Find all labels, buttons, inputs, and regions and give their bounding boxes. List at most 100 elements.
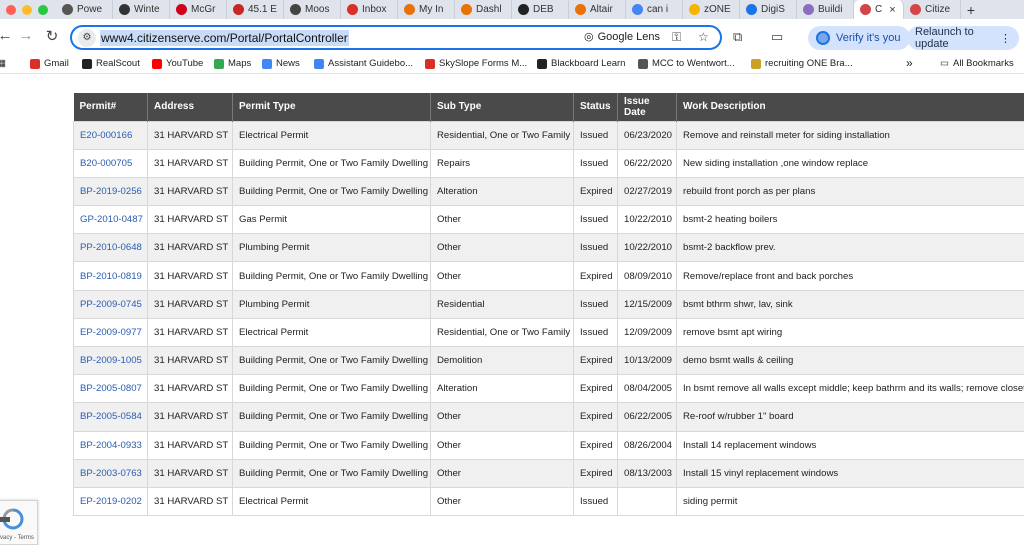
password-key-icon[interactable]: ⚿ — [672, 30, 681, 45]
more-bookmarks-button[interactable]: » — [906, 56, 913, 70]
kebab-menu-icon[interactable]: ⋮ — [1000, 32, 1011, 45]
tab-13[interactable]: Buildi — [797, 0, 854, 19]
tab-14[interactable]: C × — [854, 0, 904, 19]
permit-number-link[interactable]: GP-2010-0487 — [73, 205, 148, 235]
permit-number-link[interactable]: E20-000166 — [73, 120, 148, 150]
column-header[interactable]: Work Description — [676, 93, 1024, 121]
bookmark-item[interactable]: News — [262, 58, 300, 69]
issue-date-cell: 08/26/2004 — [617, 430, 677, 460]
reload-icon[interactable]: ↻ — [39, 27, 65, 45]
issue-date-cell — [617, 486, 677, 517]
tab-close-icon[interactable]: × — [889, 4, 895, 16]
permit-type-cell: Building Permit, One or Two Family Dwell… — [232, 148, 431, 178]
relaunch-update-button[interactable]: Relaunch to update ⋮ — [907, 26, 1019, 50]
apps-grid-icon[interactable]: ▦ — [0, 58, 6, 69]
tab-3[interactable]: 45.1 E — [227, 0, 284, 19]
address-cell: 31 HARVARD ST — [147, 430, 233, 460]
table-row: BP-2019-0256 31 HARVARD ST Building Permit… — [73, 176, 1024, 207]
tab-2[interactable]: McGr — [170, 0, 227, 19]
permit-number-link[interactable]: BP-2005-0807 — [73, 374, 148, 404]
bookmark-star-icon[interactable]: ☆ — [698, 30, 709, 44]
column-header[interactable]: Permit Type — [232, 93, 431, 121]
bookmark-label: Maps — [228, 58, 252, 69]
tab-5[interactable]: Inbox — [341, 0, 398, 19]
all-bookmarks-button[interactable]: ▭ All Bookmarks — [940, 58, 1014, 69]
tab-label: zONE — [704, 4, 731, 15]
recaptcha-badge[interactable]: vacy - Terms — [0, 500, 38, 545]
new-tab-button[interactable]: + — [961, 2, 981, 18]
permit-number-link[interactable]: BP-2019-0256 — [73, 176, 148, 207]
tab-4[interactable]: Moos — [284, 0, 341, 19]
column-header[interactable]: Sub Type — [430, 93, 574, 121]
google-lens-button[interactable]: ◎ Google Lens — [584, 30, 660, 44]
tab-label: Dashl — [476, 4, 502, 15]
extensions-icon[interactable]: ⧉ — [733, 29, 742, 45]
status-cell: Expired — [573, 430, 618, 460]
address-cell: 31 HARVARD ST — [147, 374, 233, 404]
permit-type-cell: Building Permit, One or Two Family Dwell… — [232, 261, 431, 291]
permit-type-cell: Building Permit, One or Two Family Dwell… — [232, 458, 431, 488]
bookmark-item[interactable]: MCC to Wentwort... — [638, 58, 735, 69]
column-header[interactable]: Status — [573, 93, 618, 121]
address-cell: 31 HARVARD ST — [147, 317, 233, 348]
tab-label: Winte — [134, 4, 160, 15]
tab-15[interactable]: Citize — [904, 0, 961, 19]
column-header[interactable]: Address — [147, 93, 233, 121]
bookmark-item[interactable]: SkySlope Forms M... — [425, 58, 527, 69]
tab-label: Moos — [305, 4, 330, 15]
tab-6[interactable]: My In — [398, 0, 455, 19]
citizenserve-icon — [860, 4, 871, 15]
permit-number-link[interactable]: PP-2009-0745 — [73, 289, 148, 319]
minimize-window-icon[interactable] — [22, 4, 32, 15]
permit-type-cell: Electrical Permit — [232, 486, 431, 517]
table-row: E20-000166 31 HARVARD ST Electrical Permit… — [73, 120, 1024, 150]
address-cell: 31 HARVARD ST — [147, 205, 233, 235]
tab-7[interactable]: Dashl — [455, 0, 512, 19]
verify-profile-button[interactable]: Verify it's you — [808, 26, 911, 50]
tab-10[interactable]: can i — [626, 0, 683, 19]
bookmark-item[interactable]: RealScout — [82, 58, 140, 69]
bookmark-item[interactable]: Maps — [214, 58, 251, 69]
tab-9[interactable]: Altair — [569, 0, 626, 19]
site-info-icon[interactable]: ⚙ — [78, 28, 96, 47]
permit-number-link[interactable]: BP-2010-0819 — [73, 261, 148, 291]
page-content: Permit# Address Permit Type Sub Type Status I… — [0, 75, 1024, 545]
recaptcha-privacy-terms[interactable]: vacy - Terms — [0, 535, 34, 541]
permit-number-link[interactable]: B20-000705 — [73, 148, 148, 178]
column-header[interactable]: Permit# — [73, 93, 148, 121]
tab-8[interactable]: DEB — [512, 0, 569, 19]
permit-number-link[interactable]: BP-2004-0933 — [73, 430, 148, 460]
permit-number-link[interactable]: BP-2003-0763 — [73, 458, 148, 488]
url-text[interactable]: www4.citizenserve.com/Portal/PortalContr… — [100, 29, 349, 46]
bookmark-label: MCC to Wentwort... — [652, 58, 735, 69]
maximize-window-icon[interactable] — [38, 4, 48, 15]
youtube-icon — [152, 58, 162, 69]
permit-number-link[interactable]: EP-2019-0202 — [73, 486, 148, 517]
globe-icon — [638, 58, 648, 69]
permit-type-cell: Building Permit, One or Two Family Dwell… — [232, 402, 431, 432]
gmail-icon — [347, 4, 358, 15]
bookmark-item[interactable]: Blackboard Learn — [537, 58, 625, 69]
realscout-icon — [82, 58, 92, 69]
tab-1[interactable]: Winte — [113, 0, 170, 19]
permit-number-link[interactable]: BP-2005-0584 — [73, 402, 148, 432]
skyslope-icon — [425, 58, 435, 69]
bookmark-item[interactable]: recruiting ONE Bra... — [751, 58, 853, 69]
tab-0[interactable]: Powe — [56, 0, 113, 19]
google-icon — [632, 4, 643, 15]
address-bar[interactable]: ⚙ www4.citizenserve.com/Portal/PortalCon… — [70, 25, 722, 50]
tab-12[interactable]: DigiS — [740, 0, 797, 19]
cast-icon[interactable]: ▭ — [771, 29, 783, 45]
address-cell: 31 HARVARD ST — [147, 261, 233, 291]
issue-date-cell: 08/09/2010 — [617, 261, 677, 291]
permit-number-link[interactable]: EP-2009-0977 — [73, 317, 148, 348]
column-header[interactable]: Issue Date — [617, 93, 677, 121]
permit-number-link[interactable]: BP-2009-1005 — [73, 345, 148, 376]
tab-11[interactable]: zONE — [683, 0, 740, 19]
close-window-icon[interactable] — [6, 4, 16, 15]
permit-number-link[interactable]: PP-2010-0648 — [73, 233, 148, 263]
bookmark-item[interactable]: Gmail — [30, 58, 69, 69]
bookmark-item[interactable]: YouTube — [152, 58, 203, 69]
bookmark-item[interactable]: Assistant Guidebo... — [314, 58, 413, 69]
forward-arrow-icon[interactable]: → — [13, 27, 39, 44]
